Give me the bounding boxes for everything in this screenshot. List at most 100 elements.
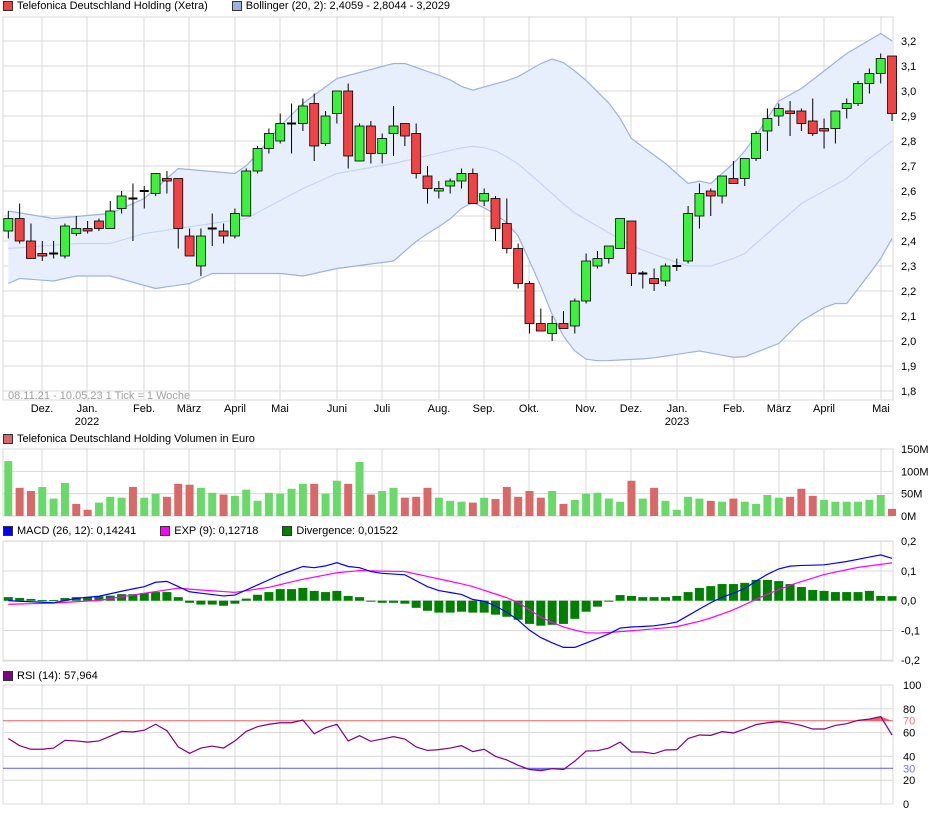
divergence-bar	[287, 589, 297, 601]
rsi-tick-label: 20	[903, 775, 915, 787]
divergence-bar	[253, 594, 263, 601]
volume-bar	[672, 509, 681, 516]
divergence-bar	[796, 587, 806, 601]
candle-body-up	[479, 193, 490, 202]
candle-body-up	[456, 173, 467, 182]
divergence-bar	[638, 597, 648, 601]
volume-bar	[4, 461, 13, 516]
volume-bar	[752, 503, 761, 516]
candle-body-up	[150, 173, 161, 194]
divergence-bar	[660, 597, 670, 601]
candle-body-up	[853, 83, 863, 104]
month-label: Mai	[271, 403, 289, 415]
candle-body-up	[445, 180, 456, 187]
candle-body-down	[94, 220, 104, 229]
volume-bar	[128, 486, 137, 516]
panel-frame-3	[2, 684, 894, 805]
candle	[581, 253, 592, 304]
divergence-bar	[887, 596, 897, 601]
volume-bar	[808, 495, 817, 516]
divergence-bar	[230, 600, 240, 604]
divergence-bar	[740, 582, 750, 601]
volume-bar	[106, 496, 115, 516]
candle-body-up	[377, 138, 388, 154]
month-label: Sep.	[473, 403, 496, 415]
candle-body-up	[581, 260, 592, 302]
divergence-bar	[581, 600, 591, 612]
month-label: Jan.	[667, 403, 688, 415]
price-legend-title: Telefonica Deutschland Holding (Xetra)	[17, 0, 208, 12]
candle-body-down	[807, 120, 818, 134]
volume-bar	[684, 496, 693, 516]
volume-bar	[264, 492, 273, 516]
month-label: Juli	[374, 403, 391, 415]
divergence-bar	[332, 590, 342, 601]
candle-body-up	[660, 265, 671, 282]
divergence-bar	[26, 598, 36, 601]
volume-bar	[38, 486, 47, 516]
price-tick-label: 2,2	[901, 286, 916, 298]
chart-canvas: 3,2 3,1 3,0 2,9 2,8 2,7 2,6 2,5 2,4 2,3 2,2 2,1 2,0 1…	[2, 16, 929, 811]
candle-body-down	[513, 248, 524, 284]
volume-bar	[854, 501, 863, 516]
volume-bar	[412, 496, 421, 516]
divergence-bar	[264, 592, 274, 601]
volume-bar	[140, 497, 149, 516]
volume-bar	[559, 503, 568, 516]
year-label: 2023	[665, 416, 689, 428]
candle-body-down	[184, 235, 195, 257]
volume-bar	[298, 483, 307, 516]
volume-bar	[400, 497, 409, 516]
volume-bar	[604, 498, 613, 516]
volume-bar	[310, 483, 319, 516]
divergence-bar	[185, 600, 195, 603]
divergence-bar	[196, 600, 206, 605]
volume-bar	[219, 494, 228, 516]
macd-tick-label: -0,2	[901, 655, 920, 667]
candle-body-down	[411, 133, 422, 174]
rsi-tick-label: 0	[903, 799, 909, 811]
price-tick-label: 3,2	[901, 36, 916, 48]
volume-bar	[378, 490, 387, 516]
price-tick-label: 2,7	[901, 161, 916, 173]
volume-bar	[502, 486, 511, 516]
volume-bar	[548, 490, 557, 516]
macd-tick-label: 0,2	[901, 536, 916, 548]
year-label: 2022	[75, 416, 99, 428]
rsi-tick-label: 100	[903, 680, 921, 692]
candle	[513, 243, 524, 289]
volume-bar	[174, 483, 183, 516]
volume-bar	[446, 500, 455, 516]
divergence-bar	[343, 595, 353, 601]
candle-body-up	[773, 108, 784, 117]
macd-tick-label: -0,1	[901, 625, 920, 637]
volume-bar	[276, 493, 285, 516]
candle	[320, 111, 331, 146]
divergence-bar	[241, 598, 251, 601]
divergence-bar	[400, 600, 410, 604]
price-tick-label: 2,6	[901, 186, 916, 198]
divergence-bar	[683, 592, 693, 601]
candle-body-up	[717, 175, 727, 197]
candle-body-down	[422, 175, 433, 189]
rsi-legend-label: RSI (14): 57,964	[17, 670, 98, 682]
volume-bar	[185, 484, 194, 516]
divergence-bar	[37, 600, 47, 602]
candle-body-down	[887, 55, 897, 114]
macd-tick-label: 0,1	[901, 566, 916, 578]
divergence-bar	[694, 587, 704, 601]
volume-bar	[536, 497, 545, 516]
divergence-bar	[808, 589, 818, 601]
volume-bar	[94, 502, 103, 516]
divergence-bar	[423, 600, 433, 611]
volume-bar	[491, 499, 500, 516]
volume-tick-label: 150M	[901, 444, 929, 456]
candle-body-up	[433, 188, 444, 192]
candle	[354, 123, 365, 162]
divergence-bar	[219, 600, 229, 606]
price-tick-label: 1,8	[901, 386, 916, 398]
candle	[751, 131, 761, 161]
candle-body-up	[60, 225, 70, 257]
divergence-bar	[864, 590, 874, 601]
divergence-bar	[309, 590, 319, 601]
